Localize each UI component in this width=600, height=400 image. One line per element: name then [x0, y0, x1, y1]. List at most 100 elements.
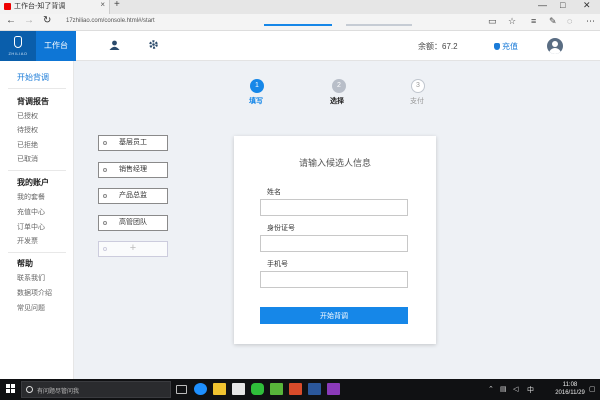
store-icon[interactable]	[232, 383, 245, 395]
divider	[8, 88, 66, 89]
chevron-up-icon[interactable]: ⌃	[488, 385, 494, 393]
template-tag-staff[interactable]: 基层员工	[98, 135, 168, 151]
sidebar-item-data-intro[interactable]: 数据项介绍	[17, 288, 52, 298]
tag-hole-icon	[103, 194, 107, 198]
tag-hole-icon	[103, 141, 107, 145]
edge-icon[interactable]	[194, 383, 207, 395]
add-template-button[interactable]: +	[98, 241, 168, 257]
money-bag-icon	[494, 43, 500, 50]
powerpoint-icon[interactable]	[289, 383, 302, 395]
new-tab-button[interactable]: +	[114, 0, 120, 10]
url-field[interactable]: 17zhiliao.com/console.html#/start	[66, 18, 155, 24]
step-3-label: 支付	[410, 98, 424, 105]
windows-start-icon[interactable]	[6, 384, 16, 394]
divider	[8, 170, 66, 171]
sidebar-item-orders[interactable]: 订单中心	[17, 222, 45, 232]
sidebar-item-my-plan[interactable]: 我的套餐	[17, 192, 45, 202]
refresh-button[interactable]: ↻	[43, 15, 51, 26]
close-window-button[interactable]: ✕	[583, 0, 591, 11]
close-tab-icon[interactable]: ×	[100, 0, 105, 9]
sidebar-item-authorized[interactable]: 已授权	[17, 111, 38, 121]
name-label: 姓名	[267, 189, 281, 196]
sidebar-item-faq[interactable]: 常见问题	[17, 303, 45, 313]
note-icon[interactable]: ✎	[549, 16, 557, 27]
sidebar-heading-account: 我的账户	[17, 178, 49, 187]
workbench-tab[interactable]: 工作台	[36, 31, 76, 61]
step-connector-1	[264, 24, 332, 26]
notification-icon[interactable]: ▢	[589, 385, 596, 393]
cortana-search-box[interactable]: 有问题尽管问我	[21, 381, 171, 398]
tag-label: 高管团队	[119, 219, 147, 226]
logo-icon	[14, 36, 22, 48]
phone-input[interactable]	[260, 271, 408, 288]
sidebar-item-contact[interactable]: 联系我们	[17, 273, 45, 283]
name-input[interactable]	[260, 199, 408, 216]
reading-view-icon[interactable]: ▭	[488, 16, 497, 27]
start-check-button[interactable]: 开始背调	[260, 307, 408, 324]
clock-time: 11:08	[562, 382, 578, 388]
hub-icon[interactable]: ≡	[531, 16, 536, 26]
sidebar-item-rejected[interactable]: 已拒绝	[17, 140, 38, 150]
task-view-icon[interactable]	[176, 385, 187, 394]
step-3-circle: 3	[411, 79, 425, 93]
maximize-button[interactable]: □	[560, 0, 565, 10]
favicon-icon	[4, 3, 11, 10]
balance-text: 余额：67.2	[418, 42, 458, 51]
recharge-button[interactable]: 充值	[494, 41, 518, 52]
step-1-label: 填写	[249, 98, 263, 105]
search-placeholder: 有问题尽管问我	[37, 389, 80, 395]
users-icon[interactable]	[109, 40, 120, 53]
template-tag-product-director[interactable]: 产品总监	[98, 188, 168, 204]
sidebar-item-pending[interactable]: 待授权	[17, 125, 38, 135]
sidebar-heading-reports: 背调报告	[17, 97, 49, 106]
minimize-button[interactable]: —	[538, 0, 547, 10]
browser-tab-strip: 工作台-知了背调 × + — □ ✕	[0, 0, 600, 14]
brand-logo[interactable]: ZHILIAO	[0, 31, 36, 61]
template-tag-sales-manager[interactable]: 销售经理	[98, 162, 168, 178]
plus-icon: +	[129, 242, 137, 254]
taskbar: 有问题尽管问我 ⌃ ▤ ◁ 中 11:08 2016/11/29 ▢	[0, 379, 600, 400]
volume-icon[interactable]: ◁	[513, 385, 518, 393]
onenote-icon[interactable]	[327, 383, 340, 395]
favorite-icon[interactable]: ☆	[508, 16, 516, 27]
template-tag-executive[interactable]: 高管团队	[98, 215, 168, 231]
logo-text: ZHILIAO	[8, 51, 28, 56]
tag-label: 产品总监	[119, 192, 147, 199]
network-icon[interactable]: ▤	[500, 385, 507, 393]
ime-indicator[interactable]: 中	[527, 385, 534, 395]
word-icon[interactable]	[308, 383, 321, 395]
sidebar-item-cancelled[interactable]: 已取消	[17, 154, 38, 164]
sidebar-item-recharge-center[interactable]: 充值中心	[17, 207, 45, 217]
forward-button[interactable]: →	[24, 15, 34, 26]
step-2-circle: 2	[332, 79, 346, 93]
settings-icon[interactable]	[148, 39, 159, 53]
address-bar: ← → ↻ 17zhiliao.com/console.html#/start …	[0, 14, 600, 31]
evernote-icon[interactable]	[270, 383, 283, 395]
avatar-icon[interactable]	[547, 38, 563, 54]
taskbar-clock[interactable]: 11:08 2016/11/29	[550, 381, 590, 397]
cortana-icon	[26, 386, 33, 393]
step-connector-2	[346, 24, 412, 26]
app-header: ZHILIAO 工作台 余额：67.2 充值	[0, 31, 600, 61]
sidebar-heading-help: 帮助	[17, 259, 33, 268]
candidate-form-card: 请输入候选人信息 姓名 身份证号 手机号 开始背调	[234, 136, 436, 344]
browser-tab[interactable]: 工作台-知了背调 ×	[0, 0, 110, 14]
step-2-label: 选择	[330, 98, 344, 105]
step-1-circle: 1	[250, 79, 264, 93]
sidebar: 开始背调 背调报告 已授权 待授权 已拒绝 已取消 我的账户 我的套餐 充值中心…	[0, 61, 74, 379]
form-title: 请输入候选人信息	[298, 158, 371, 168]
sidebar-item-invoice[interactable]: 开发票	[17, 236, 38, 246]
browser-tab-title: 工作台-知了背调	[14, 3, 66, 10]
recharge-label: 充值	[502, 42, 518, 51]
tag-hole-icon	[103, 247, 107, 251]
divider	[8, 252, 66, 253]
id-number-input[interactable]	[260, 235, 408, 252]
file-explorer-icon[interactable]	[213, 383, 226, 395]
share-icon[interactable]: ◌	[567, 16, 572, 26]
clock-date: 2016/11/29	[555, 390, 585, 396]
back-button[interactable]: ←	[6, 15, 16, 26]
wechat-icon[interactable]	[251, 383, 264, 395]
tag-label: 基层员工	[119, 139, 147, 146]
sidebar-item-start[interactable]: 开始背调	[17, 72, 49, 83]
more-icon[interactable]: ⋯	[586, 16, 595, 27]
